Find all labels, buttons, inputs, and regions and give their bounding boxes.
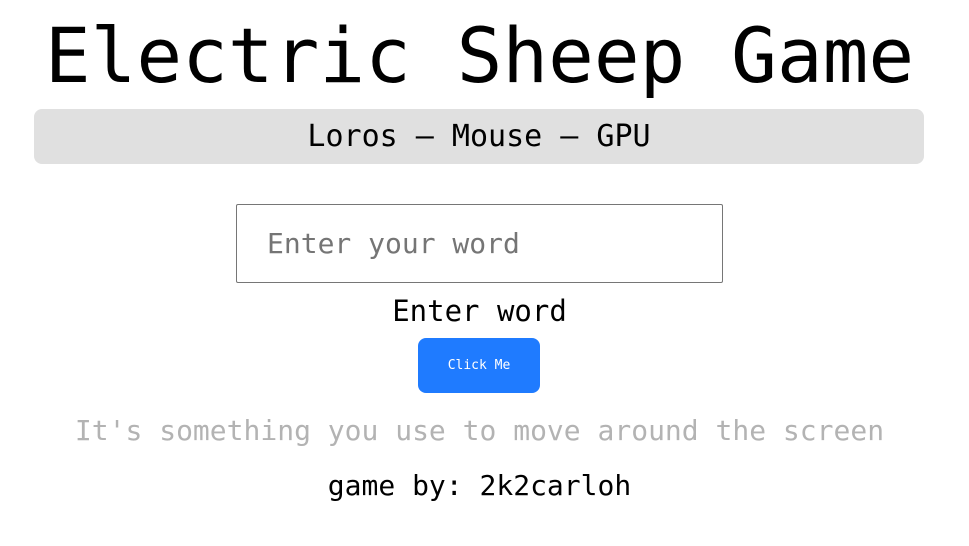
input-label: Enter word: [392, 294, 567, 328]
word-options-bar: Loros – Mouse – GPU: [34, 109, 924, 164]
game-credit: game by: 2k2carloh: [327, 469, 632, 502]
click-me-button[interactable]: Click Me: [418, 338, 540, 393]
hint-text: It's something you use to move around th…: [74, 414, 885, 447]
page-title: Electric Sheep Game: [44, 11, 915, 100]
word-input[interactable]: [236, 204, 723, 283]
